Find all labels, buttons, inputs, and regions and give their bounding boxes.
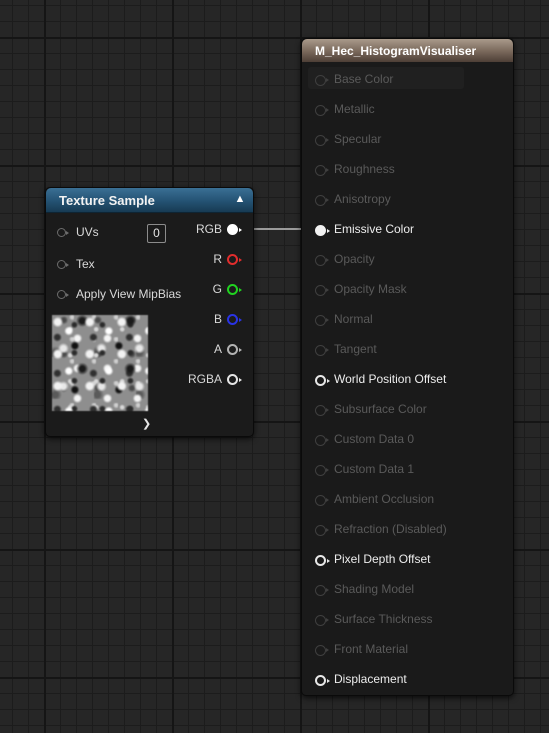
anisotropy-input-pin[interactable] (315, 195, 329, 206)
custom-data-0-label: Custom Data 0 (334, 432, 415, 446)
roughness-input-pin[interactable] (315, 165, 329, 176)
opacity-mask-label: Opacity Mask (334, 282, 407, 296)
base-color-input-pin[interactable] (315, 75, 329, 86)
pixel-depth-offset-label: Pixel Depth Offset (334, 552, 431, 566)
normal-label: Normal (334, 312, 373, 326)
surface-thickness-input-pin[interactable] (315, 615, 329, 626)
r-output-label: R (213, 252, 222, 266)
world-position-offset-input-pin[interactable] (315, 375, 330, 386)
texture-preview-thumbnail (52, 315, 148, 411)
surface-thickness-label: Surface Thickness (334, 612, 433, 626)
front-material-label: Front Material (334, 642, 409, 656)
texture-sample-header[interactable]: Texture Sample ▲ (46, 188, 253, 213)
b-output-pin[interactable] (227, 314, 242, 325)
a-output-label: A (213, 342, 222, 356)
front-material-input-pin[interactable] (315, 645, 329, 656)
tangent-label: Tangent (334, 342, 377, 356)
rgba-output-pin[interactable] (227, 374, 242, 385)
emissive-color-input-pin[interactable] (315, 225, 330, 236)
rgb-output-label: RGB (195, 222, 222, 236)
custom-data-0-input-pin[interactable] (315, 435, 329, 446)
ambient-occlusion-input-pin[interactable] (315, 495, 329, 506)
rgb-output-pin[interactable] (227, 224, 242, 235)
a-output-pin[interactable] (227, 344, 242, 355)
material-title: M_Hec_HistogramVisualiser (315, 44, 477, 58)
world-position-offset-label: World Position Offset (334, 372, 447, 386)
shading-model-label: Shading Model (334, 582, 415, 596)
g-output-label: G (212, 282, 222, 296)
normal-input-pin[interactable] (315, 315, 329, 326)
ambient-occlusion-label: Ambient Occlusion (334, 492, 435, 506)
shading-model-input-pin[interactable] (315, 585, 329, 596)
custom-data-1-label: Custom Data 1 (334, 462, 415, 476)
tex-input-pin[interactable] (57, 260, 69, 269)
displacement-label: Displacement (334, 672, 407, 686)
roughness-label: Roughness (334, 162, 395, 176)
opacity-label: Opacity (334, 252, 375, 266)
uvs-input-pin[interactable] (57, 228, 69, 237)
rgba-output-label: RGBA (187, 372, 222, 386)
refraction-disabled-input-pin[interactable] (315, 525, 329, 536)
graph-canvas[interactable]: Texture Sample ▲ UVs 0 Tex Apply View Mi… (0, 0, 549, 733)
g-output-pin[interactable] (227, 284, 242, 295)
b-output-label: B (213, 312, 222, 326)
custom-data-1-input-pin[interactable] (315, 465, 329, 476)
specular-label: Specular (334, 132, 382, 146)
opacity-input-pin[interactable] (315, 255, 329, 266)
texture-sample-title: Texture Sample (59, 193, 155, 208)
material-result-header[interactable]: M_Hec_HistogramVisualiser (302, 39, 513, 62)
r-output-pin[interactable] (227, 254, 242, 265)
base-color-label: Base Color (334, 72, 394, 86)
metallic-label: Metallic (334, 102, 375, 116)
refraction-disabled-label: Refraction (Disabled) (334, 522, 447, 536)
tex-label: Tex (76, 257, 95, 271)
metallic-input-pin[interactable] (315, 105, 329, 116)
subsurface-color-label: Subsurface Color (334, 402, 427, 416)
texture-sample-node[interactable]: Texture Sample ▲ UVs 0 Tex Apply View Mi… (45, 187, 254, 437)
emissive-color-label: Emissive Color (334, 222, 415, 236)
pixel-depth-offset-input-pin[interactable] (315, 555, 330, 566)
apply-view-mipbias-input-pin[interactable] (57, 290, 69, 299)
tangent-input-pin[interactable] (315, 345, 329, 356)
material-result-node[interactable]: M_Hec_HistogramVisualiser Base Color Meta… (301, 38, 514, 696)
chevron-down-icon[interactable]: ❯ (142, 417, 151, 430)
displacement-input-pin[interactable] (315, 675, 330, 686)
specular-input-pin[interactable] (315, 135, 329, 146)
opacity-mask-input-pin[interactable] (315, 285, 329, 296)
subsurface-color-input-pin[interactable] (315, 405, 329, 416)
chevron-up-icon[interactable]: ▲ (233, 191, 247, 205)
uvs-label: UVs (76, 225, 99, 239)
anisotropy-label: Anisotropy (334, 192, 391, 206)
